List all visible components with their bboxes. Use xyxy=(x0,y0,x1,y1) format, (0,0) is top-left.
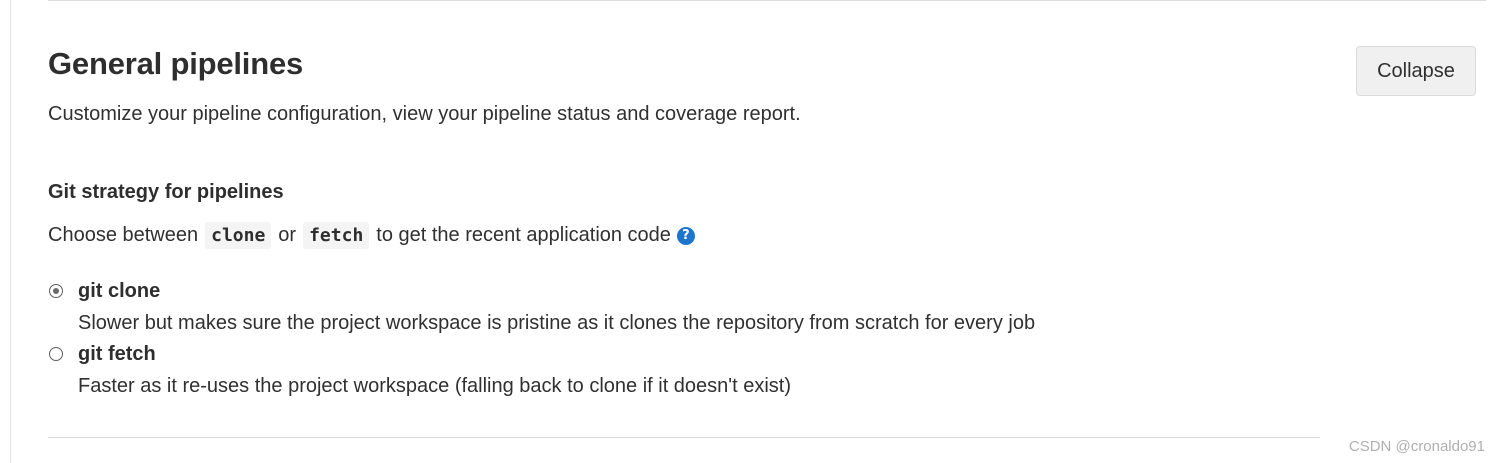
question-circle-icon[interactable]: ? xyxy=(676,226,695,245)
bottom-divider xyxy=(48,437,1320,438)
git-strategy-title: Git strategy for pipelines xyxy=(48,181,284,203)
help-prefix: Choose between xyxy=(48,224,199,246)
collapse-button[interactable]: Collapse xyxy=(1356,46,1476,96)
section-title: General pipelines xyxy=(48,46,304,81)
watermark: CSDN @cronaldo91 xyxy=(1348,438,1485,455)
top-divider xyxy=(48,0,1486,1)
left-divider xyxy=(10,0,11,463)
help-suffix: to get the recent application code xyxy=(376,224,671,246)
radio-help-git-clone: Slower but makes sure the project worksp… xyxy=(78,312,1036,334)
section-description: Customize your pipeline configuration, v… xyxy=(48,103,801,125)
code-fetch: fetch xyxy=(303,222,370,249)
radio-label-git-clone[interactable]: git clone xyxy=(78,280,160,303)
radio-button-git-clone[interactable] xyxy=(49,284,63,298)
git-strategy-help: Choose between clone or fetch to get the… xyxy=(48,222,695,249)
code-clone: clone xyxy=(205,222,272,249)
help-or: or xyxy=(278,224,297,246)
radio-button-git-fetch[interactable] xyxy=(49,347,63,361)
settings-page: General pipelines Customize your pipelin… xyxy=(0,0,1499,463)
radio-help-git-fetch: Faster as it re-uses the project workspa… xyxy=(78,375,792,397)
radio-label-git-fetch[interactable]: git fetch xyxy=(78,343,156,366)
